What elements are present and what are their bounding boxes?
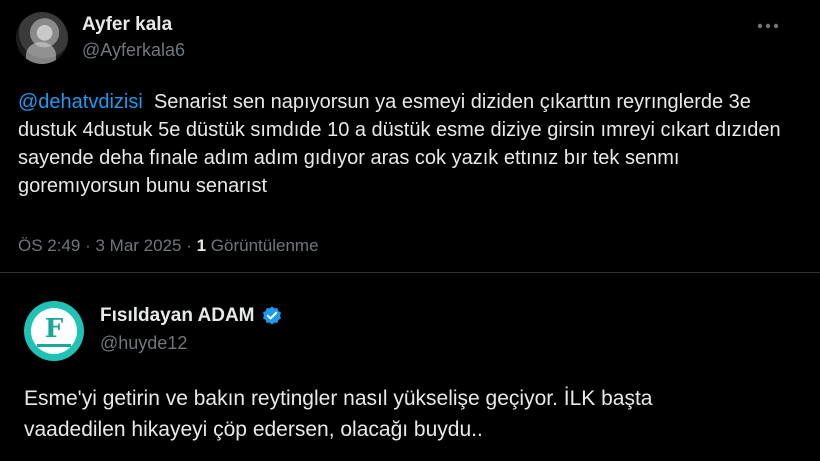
display-name[interactable]: Fısıldayan ADAM xyxy=(100,305,255,327)
tweet: Ayfer kala @Ayferkala6 @dehatvdizisi Sen… xyxy=(0,0,820,272)
tweet-text: @dehatvdizisi Senarist sen napıyorsun ya… xyxy=(18,88,788,200)
views-label: Görüntülenme xyxy=(210,236,319,255)
display-name[interactable]: Ayfer kala xyxy=(82,14,172,36)
logo-letter: F xyxy=(44,313,64,344)
tweet-time[interactable]: ÖS 2:49 xyxy=(18,236,80,255)
avatar[interactable]: F xyxy=(24,301,84,361)
quoted-text-line: Esme'yi getirin ve bakın reytingler nası… xyxy=(24,387,653,410)
view-count: 1 xyxy=(196,236,207,255)
quoted-tweet[interactable]: F Fısıldayan ADAM @huyde12 Esme'yi getir… xyxy=(0,273,820,461)
tweet-date[interactable]: 3 Mar 2025 xyxy=(95,236,181,255)
quoted-tweet-text: Esme'yi getirin ve bakın reytingler nası… xyxy=(24,383,804,445)
verified-badge-icon[interactable] xyxy=(261,305,283,327)
avatar[interactable] xyxy=(16,12,68,64)
logo-strip xyxy=(37,343,71,347)
username-handle[interactable]: @Ayferkala6 xyxy=(82,40,185,61)
tweet-meta: ÖS 2:49 · 3 Mar 2025 · 1 Görüntülenme xyxy=(18,236,319,255)
mention-link[interactable]: @dehatvdizisi xyxy=(18,91,143,113)
display-name-row: Fısıldayan ADAM xyxy=(100,305,283,327)
quoted-text-line: vaadedilen hikayeyi çöp edersen, olacağı… xyxy=(24,418,483,441)
logo: F xyxy=(31,308,77,354)
username-handle[interactable]: @huyde12 xyxy=(100,333,187,354)
more-horizontal-icon[interactable] xyxy=(752,16,784,36)
